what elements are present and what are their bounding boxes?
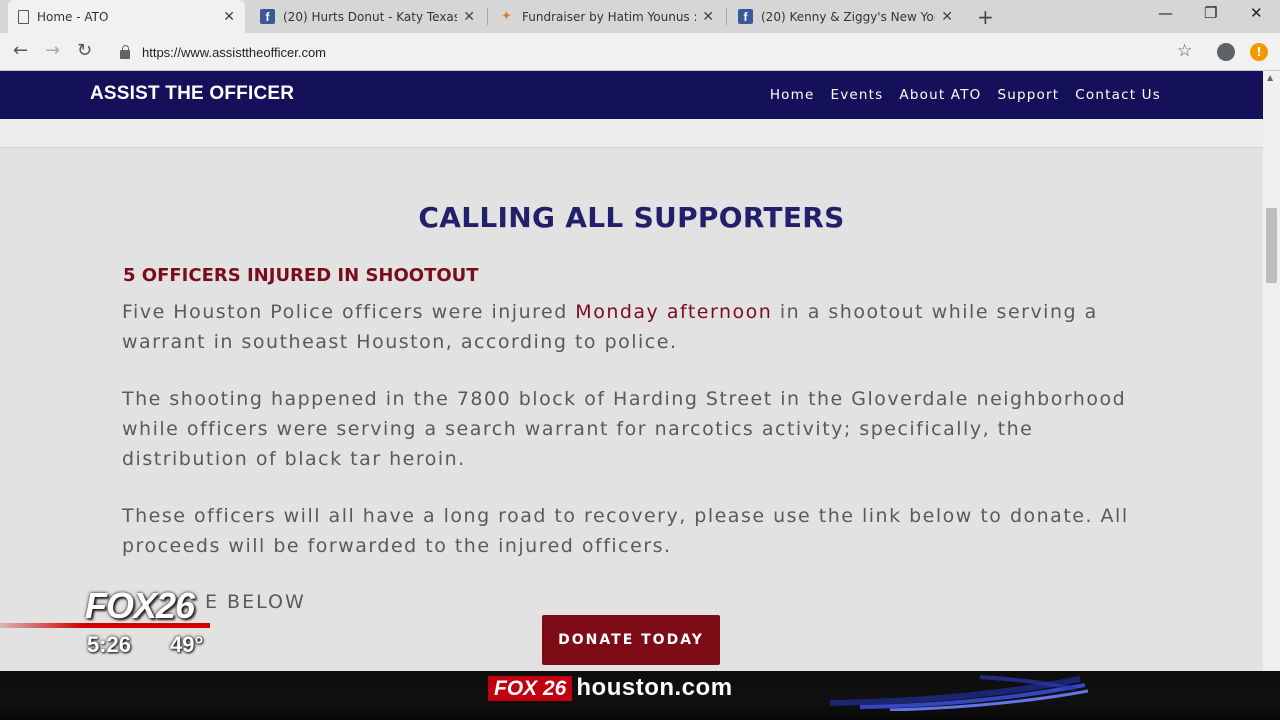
restore-icon[interactable]: ❐	[1204, 4, 1217, 22]
lower-third-banner: FOX 26 houston.com	[0, 671, 1280, 720]
web-page: ASSIST THE OFFICER Home Events About ATO…	[0, 71, 1263, 671]
tab-home-ato[interactable]: Home - ATO ✕	[8, 0, 245, 33]
tab-fundraiser[interactable]: ✦ Fundraiser by Hatim Younus : W ✕	[489, 0, 724, 33]
nav-about[interactable]: About ATO	[899, 87, 981, 103]
nav-events[interactable]: Events	[830, 87, 883, 103]
facebook-icon: f	[260, 9, 275, 24]
tab-title: (20) Kenny & Ziggy's New York D	[761, 9, 935, 24]
new-tab-icon[interactable]: +	[977, 5, 994, 29]
station-domain: houston.com	[576, 674, 733, 701]
fox26-badge: FOX 26	[488, 675, 573, 701]
gofundme-icon: ✦	[501, 9, 512, 24]
tab-title: Fundraiser by Hatim Younus : W	[522, 9, 697, 24]
bookmark-star-icon[interactable]: ☆	[1177, 41, 1192, 61]
tab-title: Home - ATO	[37, 9, 109, 24]
tab-hurts-donut[interactable]: f (20) Hurts Donut - Katy Texas - H ✕	[250, 0, 485, 33]
reload-icon[interactable]: ↻	[77, 40, 92, 61]
browser-toolbar: ← → ↻ https://www.assisttheofficer.com ☆…	[0, 33, 1280, 71]
broadcast-temperature: 49°	[170, 632, 204, 657]
screen: Home - ATO ✕ f (20) Hurts Donut - Katy T…	[0, 0, 1280, 720]
profile-icon[interactable]	[1217, 43, 1235, 61]
lock-icon	[120, 44, 130, 59]
lower-third-brand: FOX 26 houston.com	[488, 674, 733, 702]
site-logo[interactable]: ASSIST THE OFFICER	[90, 83, 294, 105]
tab-separator	[726, 8, 727, 25]
tab-title: (20) Hurts Donut - Katy Texas - H	[283, 9, 458, 24]
tab-strip: Home - ATO ✕ f (20) Hurts Donut - Katy T…	[0, 0, 1280, 33]
tab-separator	[487, 8, 488, 25]
site-nav: Home Events About ATO Support Contact Us	[754, 87, 1161, 103]
close-icon[interactable]: ✕	[463, 9, 475, 25]
swoosh-graphic	[830, 675, 1089, 711]
close-icon[interactable]: ✕	[223, 9, 235, 25]
window-close-icon[interactable]: ✕	[1250, 4, 1263, 22]
nav-contact[interactable]: Contact Us	[1075, 87, 1161, 103]
nav-support[interactable]: Support	[997, 87, 1059, 103]
site-header: ASSIST THE OFFICER Home Events About ATO…	[0, 71, 1263, 119]
section-subhead: 5 OFFICERS INJURED IN SHOOTOUT	[123, 265, 479, 286]
highlight-text[interactable]: Monday afternoon	[575, 301, 772, 323]
scroll-up-icon[interactable]: ▲	[1267, 73, 1273, 82]
close-icon[interactable]: ✕	[702, 9, 714, 25]
nav-home[interactable]: Home	[770, 87, 815, 103]
fox26-logo: FOX26	[85, 585, 195, 626]
facebook-icon: f	[738, 9, 753, 24]
paragraph-text: Five Houston Police officers were injure…	[122, 301, 576, 323]
paragraph-location: The shooting happened in the 7800 block …	[122, 388, 1127, 470]
tab-kenny-ziggys[interactable]: f (20) Kenny & Ziggy's New York D ✕	[728, 0, 963, 33]
page-headline: CALLING ALL SUPPORTERS	[418, 201, 845, 234]
broadcast-time: 5:26	[87, 632, 132, 657]
address-bar[interactable]: https://www.assisttheofficer.com	[105, 37, 1205, 67]
close-icon[interactable]: ✕	[941, 9, 953, 25]
donate-button[interactable]: DONATE TODAY	[542, 615, 720, 665]
url-text: https://www.assisttheofficer.com	[142, 44, 326, 60]
scrollbar[interactable]: ▲	[1263, 71, 1280, 671]
paragraph-incident: Five Houston Police officers were injure…	[122, 297, 1152, 357]
back-icon[interactable]: ←	[13, 40, 28, 61]
header-sub-band	[0, 119, 1263, 148]
tv-station-bug: FOX26 5:26 49°	[0, 585, 230, 665]
alert-icon[interactable]: !	[1250, 43, 1268, 61]
scroll-thumb[interactable]	[1266, 208, 1277, 283]
forward-icon[interactable]: →	[45, 40, 60, 61]
paragraph-recovery: These officers will all have a long road…	[122, 505, 1129, 557]
page-icon	[18, 9, 29, 24]
minimize-icon[interactable]: —	[1158, 4, 1173, 22]
